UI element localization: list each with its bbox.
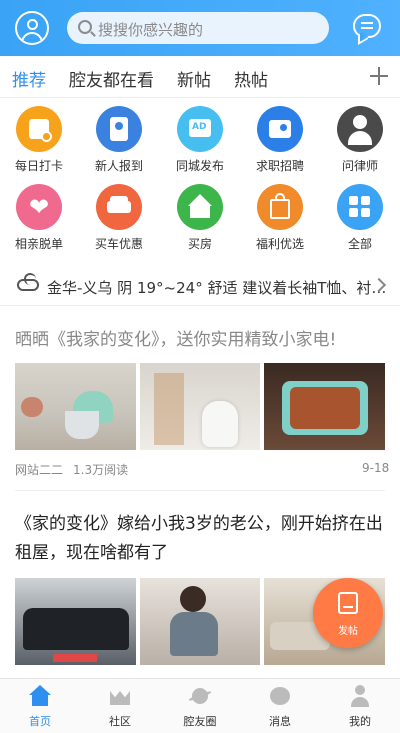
gift-bag-icon <box>257 184 303 230</box>
post-author: 网站二二 <box>15 463 64 477</box>
nav-friends-circle[interactable]: 腔友圈 <box>170 685 230 729</box>
nav-messages[interactable]: 消息 <box>250 685 310 729</box>
tab-new-posts[interactable]: 新帖 <box>177 66 211 91</box>
post-date: 9-18 <box>362 461 390 475</box>
crown-icon <box>109 685 131 707</box>
plus-icon[interactable] <box>370 67 388 85</box>
home-icon <box>29 685 51 707</box>
nav-community[interactable]: 社区 <box>90 685 150 729</box>
feature-daily-checkin[interactable]: 每日打卡 <box>4 106 74 174</box>
tab-hot-posts[interactable]: 热帖 <box>234 66 268 91</box>
post-image[interactable] <box>140 363 260 450</box>
search-placeholder: 搜搜你感兴趣的 <box>98 21 204 39</box>
user-avatar-icon[interactable] <box>15 11 49 45</box>
compose-icon <box>338 592 358 614</box>
feature-car-deals[interactable]: 买车优惠 <box>84 184 154 252</box>
feature-ask-lawyer[interactable]: 问律师 <box>325 106 395 174</box>
new-post-label: 发帖 <box>338 626 358 637</box>
calendar-check-icon <box>16 106 62 152</box>
contact-book-icon <box>96 106 142 152</box>
category-tabs: 推荐 腔友都在看 新帖 热帖 <box>0 56 400 98</box>
post-image[interactable] <box>15 363 136 450</box>
id-card-icon <box>257 106 303 152</box>
heart-icon: ❤ <box>16 184 62 230</box>
chat-bubble-icon[interactable] <box>353 14 381 38</box>
divider <box>15 490 385 491</box>
post-image[interactable] <box>15 578 136 665</box>
search-box[interactable]: 搜搜你感兴趣的 <box>67 12 329 44</box>
nav-home[interactable]: 首页 <box>10 685 70 729</box>
feature-all[interactable]: 全部 <box>325 184 395 252</box>
top-bar: 搜搜你感兴趣的 <box>0 0 400 56</box>
post-title[interactable]: 晒晒《我家的变化》，送你实用精致小家电! <box>15 326 336 354</box>
person-icon <box>349 685 371 707</box>
feature-local-post[interactable]: AD 同城发布 <box>165 106 235 174</box>
post-title[interactable]: 《家的变化》嫁给小我3岁的老公，刚开始挤在出 <box>15 510 383 538</box>
search-icon <box>78 20 92 34</box>
feature-buy-house[interactable]: 买房 <box>165 184 235 252</box>
feature-grid: 每日打卡 新人报到 AD 同城发布 求职招聘 问律师 ❤ 相亲脱单 买车优惠 买… <box>0 104 400 260</box>
post-title-line2[interactable]: 租屋，现在啥都有了 <box>15 539 168 567</box>
weather-text: 金华-义乌 阴 19°~24° 舒适 建议着长袖T恤、衬… <box>47 279 387 297</box>
tab-popular[interactable]: 腔友都在看 <box>69 66 154 91</box>
feature-jobs[interactable]: 求职招聘 <box>245 106 315 174</box>
message-icon <box>269 685 291 707</box>
post-reads: 1.3万阅读 <box>73 463 129 477</box>
cloud-icon <box>17 273 39 291</box>
planet-icon <box>188 685 212 707</box>
lawyer-icon <box>337 106 383 152</box>
feature-dating[interactable]: ❤ 相亲脱单 <box>4 184 74 252</box>
grid-icon <box>337 184 383 230</box>
new-post-button[interactable]: 发帖 <box>313 578 383 648</box>
bottom-nav: 首页 社区 腔友圈 消息 我的 <box>0 678 400 733</box>
weather-bar[interactable]: 金华-义乌 阴 19°~24° 舒适 建议着长袖T恤、衬… <box>0 266 400 306</box>
nav-profile[interactable]: 我的 <box>330 685 390 729</box>
post-image[interactable] <box>140 578 260 665</box>
feature-welfare[interactable]: 福利优选 <box>245 184 315 252</box>
house-icon <box>177 184 223 230</box>
car-icon <box>96 184 142 230</box>
feature-newcomer[interactable]: 新人报到 <box>84 106 154 174</box>
post-image[interactable] <box>264 363 385 450</box>
tab-recommend[interactable]: 推荐 <box>12 66 46 91</box>
ad-card-icon: AD <box>177 106 223 152</box>
